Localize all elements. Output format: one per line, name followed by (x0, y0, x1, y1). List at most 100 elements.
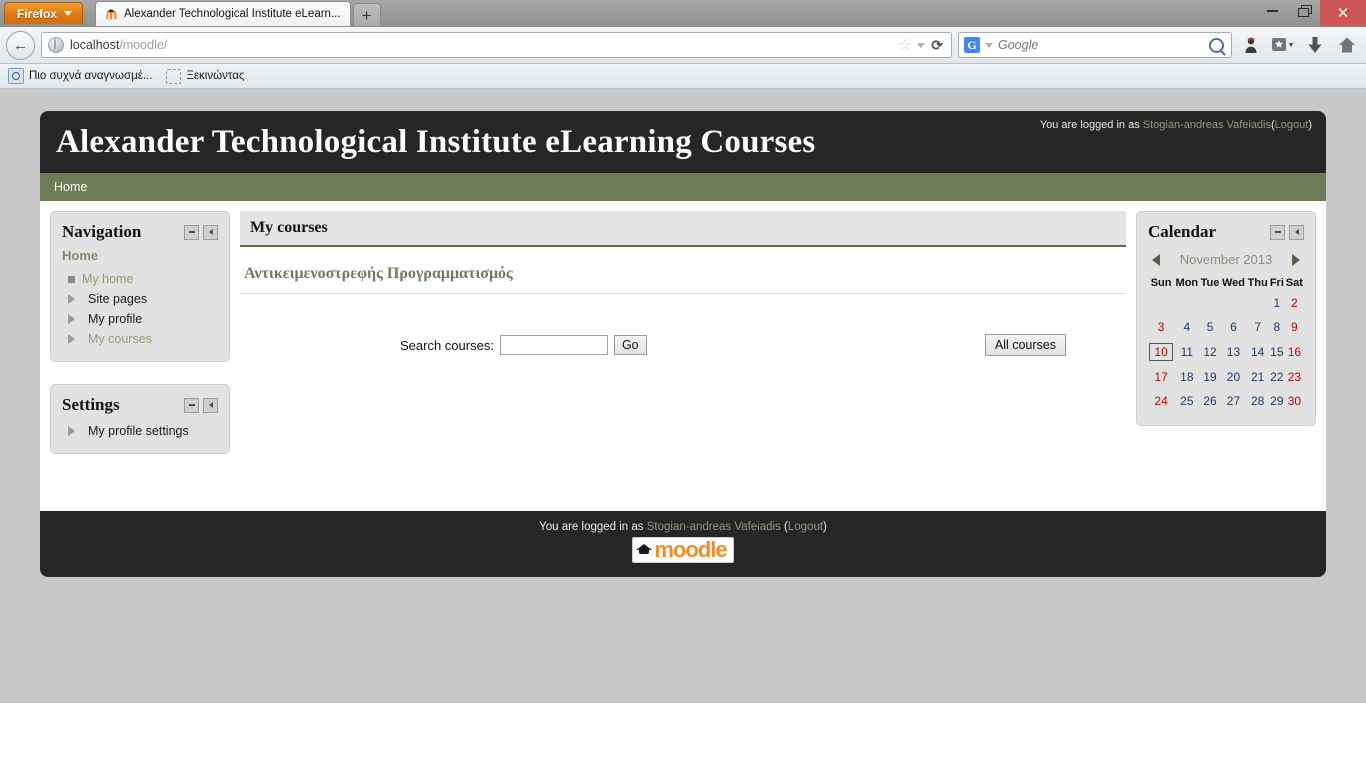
calendar-day-24[interactable]: 24 (1148, 389, 1174, 413)
paren-close: ) (823, 521, 827, 533)
sidebar-item-my-profile[interactable]: My profile (68, 309, 218, 329)
calendar-day-17[interactable]: 17 (1148, 365, 1174, 389)
moodle-logo[interactable]: moodle (632, 537, 734, 563)
calendar-day-9[interactable]: 9 (1285, 315, 1304, 339)
expand-triangle-icon[interactable] (68, 294, 81, 304)
search-input[interactable]: Google (998, 38, 1204, 52)
calendar-day-15[interactable]: 15 (1269, 339, 1285, 365)
search-courses-input[interactable] (499, 335, 608, 355)
bookmark-star-icon[interactable]: ☆ (898, 38, 911, 53)
calendar-day-18[interactable]: 18 (1174, 365, 1199, 389)
bookmark-most-visited[interactable]: Πιο συχνά αναγνωσμέ... (8, 68, 152, 84)
expand-triangle-icon[interactable] (68, 334, 81, 344)
page-viewport: Alexander Technological Institute eLearn… (0, 89, 1366, 703)
calendar-next-month-icon[interactable] (1292, 253, 1300, 266)
calendar-day-3[interactable]: 3 (1148, 315, 1174, 339)
chevron-down-icon[interactable] (985, 42, 993, 48)
sidebar-item-my-courses[interactable]: My courses (68, 329, 218, 349)
sidebar-item-my-profile-settings[interactable]: My profile settings (68, 421, 218, 441)
calendar-day-11[interactable]: 11 (1174, 339, 1199, 365)
sidebar-item-site-pages[interactable]: Site pages (68, 289, 218, 309)
calendar-day-22[interactable]: 22 (1269, 365, 1285, 389)
go-button[interactable]: Go (613, 335, 647, 355)
navigation-block-content: Home My home Site pages My profile My co… (51, 248, 229, 349)
user-profile-icon[interactable] (1238, 32, 1264, 58)
calendar-day-4[interactable]: 4 (1174, 315, 1199, 339)
address-bar[interactable]: localhost/moodle/ ☆ ⟳ (41, 32, 952, 58)
new-tab-label: + (361, 5, 372, 25)
new-tab-button[interactable]: + (352, 3, 381, 26)
calendar-day-12[interactable]: 12 (1200, 339, 1221, 365)
calendar-prev-month-icon[interactable] (1152, 253, 1160, 266)
calendar-day-25[interactable]: 25 (1174, 389, 1199, 413)
close-button[interactable]: ✕ (1320, 0, 1366, 26)
calendar-day-29[interactable]: 29 (1269, 389, 1285, 413)
logged-in-user-link[interactable]: Stogian-andreas Vafeiadis (1143, 119, 1271, 131)
calendar-day-6[interactable]: 6 (1221, 315, 1247, 339)
settings-block-title: Settings (62, 395, 120, 414)
dock-icon[interactable] (1289, 224, 1304, 240)
collapse-icon[interactable] (184, 397, 199, 413)
all-courses-button[interactable]: All courses (984, 334, 1066, 356)
calendar-day-30[interactable]: 30 (1285, 389, 1304, 413)
dock-icon[interactable] (203, 224, 218, 240)
logout-link[interactable]: Logout (1275, 119, 1309, 131)
dock-icon[interactable] (203, 397, 218, 413)
logged-in-user-link[interactable]: Stogian-andreas Vafeiadis (647, 521, 781, 533)
bookmark-getting-started[interactable]: Ξεκινώντας (166, 68, 244, 84)
collapse-icon[interactable] (1270, 224, 1285, 240)
calendar-day-1[interactable]: 1 (1269, 291, 1285, 315)
calendar-day-23[interactable]: 23 (1285, 365, 1304, 389)
logout-link[interactable]: Logout (788, 521, 823, 533)
bookmarks-menu-icon[interactable] (1270, 32, 1296, 58)
calendar-empty-cell (1200, 291, 1221, 315)
calendar-block: Calendar November 2013 Sun Mon Tue Wed T… (1136, 211, 1316, 426)
minimize-button[interactable] (1256, 0, 1288, 22)
course-search-row: Search courses: Go All courses (240, 294, 1126, 356)
calendar-week-row: 10 11 12 13 14 15 16 (1148, 339, 1304, 365)
breadcrumb-home[interactable]: Home (54, 180, 87, 194)
calendar-day-27[interactable]: 27 (1221, 389, 1247, 413)
browser-window: Firefox Alexander Technological Institut… (0, 0, 1366, 703)
nav-root-home[interactable]: Home (62, 248, 218, 263)
course-link[interactable]: Αντικειμενοστρεφής Προγραμματισμός (244, 265, 513, 282)
search-icon[interactable] (1209, 37, 1224, 53)
tab-active[interactable]: Alexander Technological Institute eLearn… (95, 1, 351, 26)
sidebar-item-my-home[interactable]: My home (68, 269, 218, 289)
search-bar[interactable]: G Google (958, 32, 1232, 58)
close-icon: ✕ (1336, 5, 1350, 22)
expand-triangle-icon[interactable] (68, 314, 81, 324)
reload-icon[interactable]: ⟳ (931, 37, 943, 54)
calendar-day-13[interactable]: 13 (1221, 339, 1247, 365)
calendar-day-16[interactable]: 16 (1285, 339, 1304, 365)
expand-triangle-icon[interactable] (68, 426, 81, 436)
home-icon[interactable] (1334, 32, 1360, 58)
back-arrow-icon: ← (13, 36, 28, 54)
navigation-block: Navigation Home My home Site pages My pr… (50, 211, 230, 362)
calendar-day-28[interactable]: 28 (1246, 389, 1269, 413)
calendar-day-2[interactable]: 2 (1285, 291, 1304, 315)
calendar-day-14[interactable]: 14 (1246, 339, 1269, 365)
getting-started-icon (166, 68, 182, 84)
breadcrumb-bar: Home (40, 173, 1326, 201)
calendar-weekday-tue: Tue (1200, 277, 1220, 289)
calendar-day-20[interactable]: 20 (1221, 365, 1247, 389)
chevron-down-icon[interactable] (917, 42, 926, 48)
restore-button[interactable] (1288, 0, 1320, 22)
calendar-day-10[interactable]: 10 (1148, 339, 1174, 365)
navigation-block-title: Navigation (62, 222, 142, 241)
back-button[interactable]: ← (6, 30, 35, 60)
browser-titlebar: Firefox Alexander Technological Institut… (0, 0, 1366, 27)
calendar-day-8[interactable]: 8 (1269, 315, 1285, 339)
calendar-day-19[interactable]: 19 (1200, 365, 1221, 389)
calendar-weekday-sun: Sun (1150, 277, 1172, 289)
calendar-day-5[interactable]: 5 (1200, 315, 1221, 339)
calendar-day-21[interactable]: 21 (1246, 365, 1269, 389)
calendar-day-7[interactable]: 7 (1246, 315, 1269, 339)
firefox-menu-button[interactable]: Firefox (4, 2, 84, 24)
download-icon[interactable] (1302, 32, 1328, 58)
browser-toolbar: ← localhost/moodle/ ☆ ⟳ G Google (0, 27, 1366, 64)
calendar-day-26[interactable]: 26 (1200, 389, 1221, 413)
paren-close: ) (1308, 119, 1312, 131)
collapse-icon[interactable] (184, 224, 199, 240)
